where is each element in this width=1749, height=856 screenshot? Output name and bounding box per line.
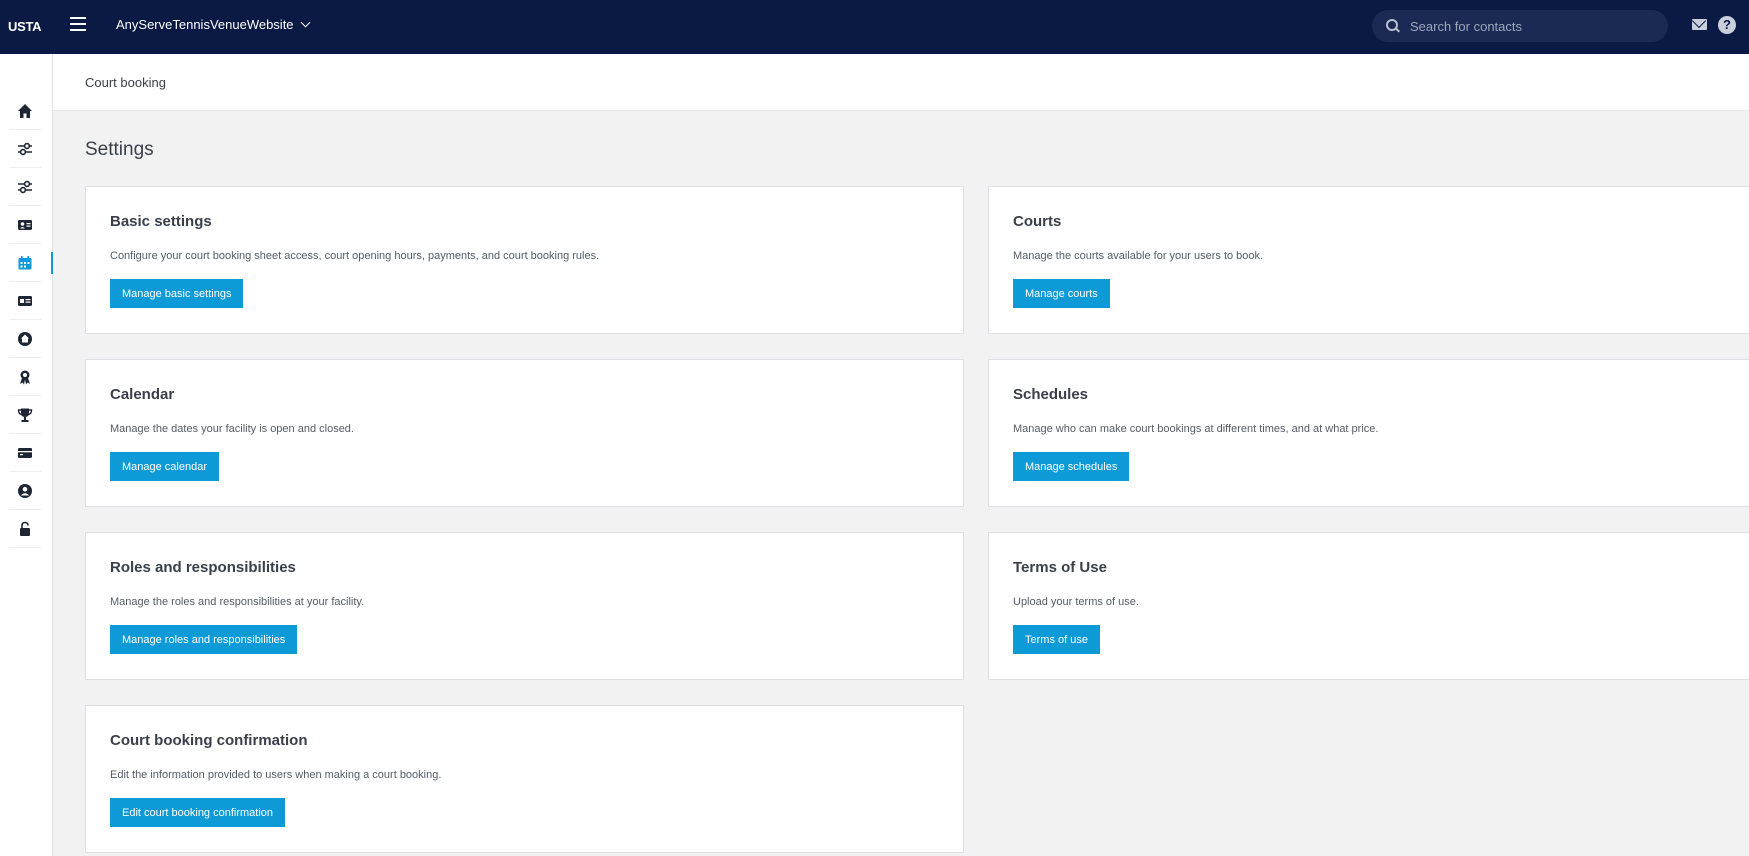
page-title: Settings <box>85 139 154 160</box>
usta-logo[interactable]: USTA <box>8 19 42 34</box>
card-title: Basic settings <box>110 213 212 230</box>
card-title: Roles and responsibilities <box>110 559 296 576</box>
site-name: AnyServeTennisVenueWebsite <box>116 17 294 32</box>
card-schedules: Schedules Manage who can make court book… <box>988 359 1749 507</box>
sliders-icon <box>18 180 32 193</box>
search-box <box>1372 10 1668 42</box>
sidebar-item-tournaments[interactable] <box>9 396 41 434</box>
card-basic-settings: Basic settings Configure your court book… <box>85 186 964 334</box>
manage-calendar-button[interactable]: Manage calendar <box>110 452 220 481</box>
search-icon <box>1386 19 1400 33</box>
venue-icon <box>18 331 32 346</box>
unlock-icon <box>20 521 30 536</box>
sidebar-item-venue[interactable] <box>9 320 41 358</box>
edit-court-booking-confirmation-button[interactable]: Edit court booking confirmation <box>110 798 286 827</box>
help-icon[interactable]: ? <box>1718 16 1736 34</box>
sidebar-item-settings-2[interactable] <box>9 168 41 206</box>
sidebar <box>0 54 53 856</box>
home-icon <box>18 103 32 118</box>
card-description: Manage who can make court bookings at di… <box>1013 423 1379 435</box>
trophy-icon <box>17 408 33 422</box>
sliders-icon <box>18 142 32 155</box>
manage-basic-settings-button[interactable]: Manage basic settings <box>110 279 244 308</box>
calendar-icon <box>18 255 32 269</box>
sidebar-item-awards[interactable] <box>9 358 41 396</box>
sidebar-item-programs[interactable] <box>9 434 41 472</box>
sidebar-item-members[interactable] <box>9 282 41 320</box>
ticket-icon <box>18 447 32 458</box>
card-description: Upload your terms of use. <box>1013 596 1139 608</box>
sidebar-item-home[interactable] <box>9 92 41 130</box>
page-header: Court booking <box>53 54 1749 111</box>
user-icon <box>18 483 32 498</box>
manage-roles-button[interactable]: Manage roles and responsibilities <box>110 625 298 654</box>
card-courts: Courts Manage the courts available for y… <box>988 186 1749 334</box>
contact-card-icon <box>18 219 32 230</box>
card-description: Manage the dates your facility is open a… <box>110 423 354 435</box>
card-title: Calendar <box>110 386 175 403</box>
manage-courts-button[interactable]: Manage courts <box>1013 279 1110 308</box>
sidebar-item-court-booking[interactable] <box>9 244 53 282</box>
site-selector[interactable]: AnyServeTennisVenueWebsite <box>116 17 310 32</box>
menu-icon[interactable] <box>70 17 86 31</box>
search-input[interactable] <box>1410 18 1650 34</box>
sidebar-item-contacts[interactable] <box>9 206 41 244</box>
breadcrumb[interactable]: Court booking <box>85 75 166 90</box>
chevron-down-icon <box>300 17 310 28</box>
card-title: Court booking confirmation <box>110 732 308 749</box>
card-description: Edit the information provided to users w… <box>110 769 442 781</box>
card-description: Manage the roles and responsibilities at… <box>110 596 365 608</box>
card-description: Manage the courts available for your use… <box>1013 250 1264 262</box>
terms-of-use-button[interactable]: Terms of use <box>1013 625 1100 654</box>
top-bar: USTA AnyServeTennisVenueWebsite ? <box>0 0 1749 54</box>
manage-schedules-button[interactable]: Manage schedules <box>1013 452 1130 481</box>
id-card-icon <box>18 295 32 306</box>
sidebar-item-profile[interactable] <box>9 472 41 510</box>
card-title: Terms of Use <box>1013 559 1107 576</box>
sidebar-item-logout[interactable] <box>9 510 41 548</box>
card-description: Configure your court booking sheet acces… <box>110 250 600 262</box>
mail-icon[interactable] <box>1692 19 1707 30</box>
card-title: Schedules <box>1013 386 1089 403</box>
card-court-booking-confirmation: Court booking confirmation Edit the info… <box>85 705 964 853</box>
award-icon <box>20 370 30 384</box>
card-title: Courts <box>1013 213 1062 230</box>
card-roles-responsibilities: Roles and responsibilities Manage the ro… <box>85 532 964 680</box>
card-calendar: Calendar Manage the dates your facility … <box>85 359 964 507</box>
card-terms-of-use: Terms of Use Upload your terms of use. T… <box>988 532 1749 680</box>
sidebar-item-settings-1[interactable] <box>9 130 41 168</box>
